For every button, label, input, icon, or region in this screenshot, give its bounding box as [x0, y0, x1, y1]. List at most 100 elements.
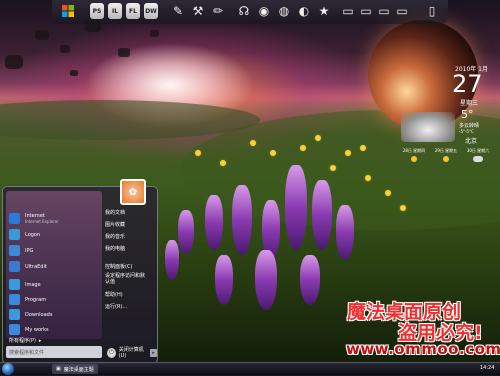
weather-condition: 多云转晴 [459, 123, 480, 129]
flower-shape [300, 255, 320, 305]
user-avatar[interactable]: ✿ [120, 179, 146, 205]
yellow-flower [400, 205, 406, 211]
cloud-icon [473, 156, 483, 162]
sun-icon [411, 156, 417, 162]
taskbar: ▣ 魔法桌面主题 14:24 [0, 362, 500, 376]
forecast-label: 29日 星期五 [434, 148, 458, 153]
program-label: Downloads [25, 311, 53, 318]
program-icon [9, 294, 20, 305]
menu-link-control-panel[interactable]: 控制面板(C) [105, 263, 132, 270]
sun-icon [443, 156, 449, 162]
flower-shape [232, 185, 252, 255]
menu-link-program-access[interactable]: 设定程序访问和默认值 [105, 273, 149, 285]
image-icon [9, 279, 20, 290]
debris-shape [70, 70, 78, 76]
taskbar-item[interactable]: ▣ 魔法桌面主题 [52, 364, 98, 374]
yellow-flower [365, 175, 371, 181]
yellow-flower [270, 150, 276, 156]
flower-shape [178, 210, 194, 254]
ipg-icon [9, 245, 20, 256]
yellow-flower [345, 150, 351, 156]
star-icon[interactable]: ★ [316, 3, 332, 19]
globe-icon[interactable]: ◍ [276, 3, 292, 19]
start-menu-programs-panel: Internet Internet Explorer Logon IPG Ultr… [6, 191, 102, 339]
debris-shape [5, 55, 23, 69]
forecast-day: 28日 星期四 [401, 148, 427, 164]
folder-icon[interactable]: ▭ [394, 3, 410, 19]
weather-city: 北京 [465, 138, 478, 145]
debris-shape [35, 30, 49, 40]
weather-gadget[interactable]: 5° 多云转晴 -5°-5°C 北京 28日 星期四 29日 星期五 30日 星… [399, 108, 496, 170]
folder-icon[interactable]: ▭ [376, 3, 392, 19]
program-item-ultraedit[interactable]: UltraEdit [9, 261, 47, 272]
photoshop-label: PS [92, 7, 102, 15]
shutdown-label[interactable]: 关闭计算机(U) [119, 346, 147, 359]
headphones-icon[interactable]: ☊ [236, 3, 252, 19]
start-button[interactable] [2, 363, 14, 375]
program-label: My works [25, 326, 49, 333]
program-item-myworks[interactable]: My works [9, 324, 49, 335]
pencil-icon[interactable]: ✏ [210, 3, 226, 19]
menu-link-run[interactable]: 运行(R)... [105, 303, 127, 310]
yellow-flower [360, 145, 366, 151]
program-label: Logon [25, 231, 41, 238]
wrench-icon[interactable]: ⚒ [190, 3, 206, 19]
weather-temperature: 5° [461, 108, 474, 121]
watermark-url: www.ommoo.com [346, 340, 500, 358]
menu-link-documents[interactable]: 我的文档 [105, 209, 125, 216]
flash-label: FL [129, 7, 137, 15]
illustrator-button[interactable]: IL [108, 3, 122, 19]
yellow-flower [300, 145, 306, 151]
menu-link-computer[interactable]: 我的电脑 [105, 245, 125, 252]
forecast-day: 30日 星期六 [465, 148, 491, 164]
windows-logo-icon[interactable] [60, 3, 76, 19]
downloads-icon [9, 309, 20, 320]
menu-link-pictures[interactable]: 图片收藏 [105, 221, 125, 228]
debris-shape [60, 45, 70, 53]
yellow-flower [330, 165, 336, 171]
flower-shape [285, 165, 307, 250]
yellow-flower [220, 160, 226, 166]
flower-shape [255, 250, 277, 310]
forecast-label: 30日 星期六 [466, 148, 490, 153]
folder-icon[interactable]: ▭ [358, 3, 374, 19]
arrow-right-icon: ▸ [38, 337, 42, 344]
trash-icon[interactable]: ▯ [424, 3, 440, 19]
taskbar-clock[interactable]: 14:24 [480, 365, 494, 371]
program-item-ipg[interactable]: IPG [9, 245, 33, 256]
media-icon[interactable]: ◐ [296, 3, 312, 19]
shutdown-button[interactable]: ⏻ [107, 347, 116, 358]
brush-icon[interactable]: ✎ [170, 3, 186, 19]
program-item-image[interactable]: Image [9, 279, 41, 290]
calendar-weekday: 星期三 [460, 100, 479, 107]
taskbar-item-label: 魔法桌面主题 [63, 366, 94, 373]
all-programs-button[interactable]: 所有程序(P) ▸ [9, 337, 42, 345]
flash-button[interactable]: FL [126, 3, 140, 19]
program-item-downloads[interactable]: Downloads [9, 309, 52, 320]
illustrator-label: IL [111, 7, 119, 15]
program-item-internet[interactable]: Internet Internet Explorer [9, 213, 59, 224]
menu-link-help[interactable]: 帮助(H) [105, 291, 123, 298]
dreamweaver-label: DW [145, 7, 157, 15]
search-input[interactable]: 搜索程序和文件 [6, 346, 102, 358]
ultraedit-icon [9, 261, 20, 272]
chat-icon[interactable]: ◉ [256, 3, 272, 19]
forecast-day: 29日 星期五 [433, 148, 459, 164]
dreamweaver-button[interactable]: DW [144, 3, 158, 19]
shutdown-area: ⏻ 关闭计算机(U) ▸ [107, 346, 158, 359]
yellow-flower [385, 190, 391, 196]
menu-link-music[interactable]: 我的音乐 [105, 233, 125, 240]
myworks-icon [9, 324, 20, 335]
flower-shape [215, 255, 233, 305]
program-label: Image [25, 281, 41, 288]
program-label: Program [25, 296, 47, 303]
debris-shape [118, 48, 130, 57]
program-label: IPG [25, 247, 34, 254]
program-item-logon[interactable]: Logon [9, 229, 40, 240]
program-item-program[interactable]: Program [9, 294, 46, 305]
shutdown-options-arrow-icon[interactable]: ▸ [150, 348, 158, 357]
photoshop-button[interactable]: PS [90, 3, 104, 19]
program-sublabel: Internet Explorer [25, 219, 59, 224]
weather-range: -5°-5°C [459, 129, 474, 134]
folder-icon[interactable]: ▭ [340, 3, 356, 19]
